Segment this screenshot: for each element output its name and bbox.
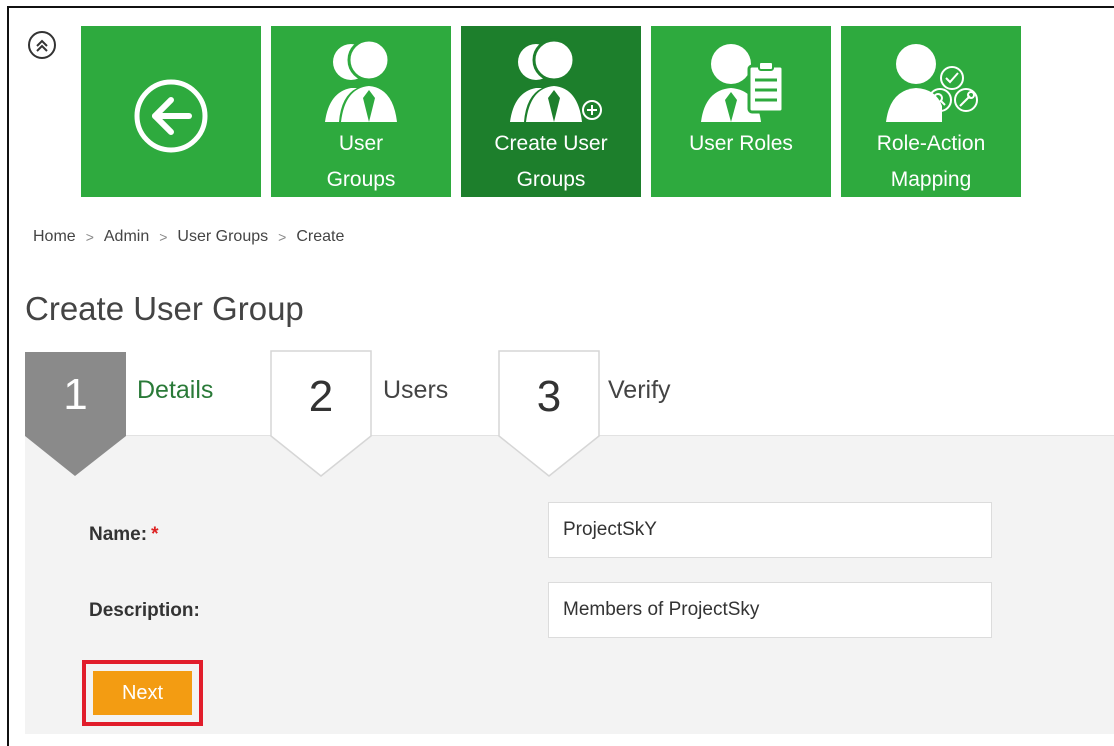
tile-label: User Roles [689, 132, 793, 155]
name-label: Name: * [89, 524, 158, 546]
double-chevron-up-icon [36, 39, 48, 52]
step-number: 2 [308, 372, 334, 421]
step-number: 1 [63, 370, 88, 419]
breadcrumb-item-create: Create [296, 228, 345, 245]
tile-user-roles[interactable]: User Roles [651, 26, 831, 197]
tile-label: Create User Groups [494, 132, 608, 191]
step-label-details[interactable]: Details [137, 376, 213, 405]
breadcrumb-separator: > [278, 229, 287, 245]
step-label-verify[interactable]: Verify [608, 376, 671, 405]
name-label-text: Name: [89, 524, 148, 545]
required-marker: * [151, 524, 159, 545]
breadcrumb-separator: > [85, 229, 94, 245]
description-label: Description: [89, 600, 200, 621]
tile-role-action-mapping[interactable]: Role-Action Mapping [841, 26, 1021, 197]
user-group-icon [325, 38, 397, 122]
back-arrow-icon [134, 79, 208, 153]
tile-user-groups[interactable]: User Groups [271, 26, 451, 197]
breadcrumb: Home > Admin > User Groups > Create [33, 228, 344, 246]
tile-label: User Groups [326, 132, 396, 191]
breadcrumb-item-user-groups[interactable]: User Groups [177, 228, 268, 246]
next-button[interactable]: Next [93, 671, 192, 715]
add-user-group-icon [510, 38, 602, 122]
wizard-step-2[interactable]: 2 [270, 350, 372, 478]
wizard-step-1[interactable]: 1 [25, 352, 126, 478]
breadcrumb-separator: > [159, 229, 168, 245]
role-action-mapping-icon [886, 44, 978, 122]
name-field[interactable] [548, 502, 992, 558]
breadcrumb-item-admin[interactable]: Admin [104, 228, 149, 246]
step-label-users[interactable]: Users [383, 376, 448, 405]
user-roles-icon [701, 44, 785, 122]
step-number: 3 [536, 372, 562, 421]
description-field[interactable] [548, 582, 992, 638]
collapse-toggle[interactable] [28, 31, 56, 59]
breadcrumb-item-home[interactable]: Home [33, 228, 76, 246]
page-title: Create User Group [25, 290, 304, 327]
tile-label: Role-Action Mapping [876, 132, 986, 191]
tile-create-user-groups[interactable]: Create User Groups [461, 26, 641, 197]
back-tile[interactable] [81, 26, 261, 197]
wizard-step-3[interactable]: 3 [498, 350, 600, 478]
